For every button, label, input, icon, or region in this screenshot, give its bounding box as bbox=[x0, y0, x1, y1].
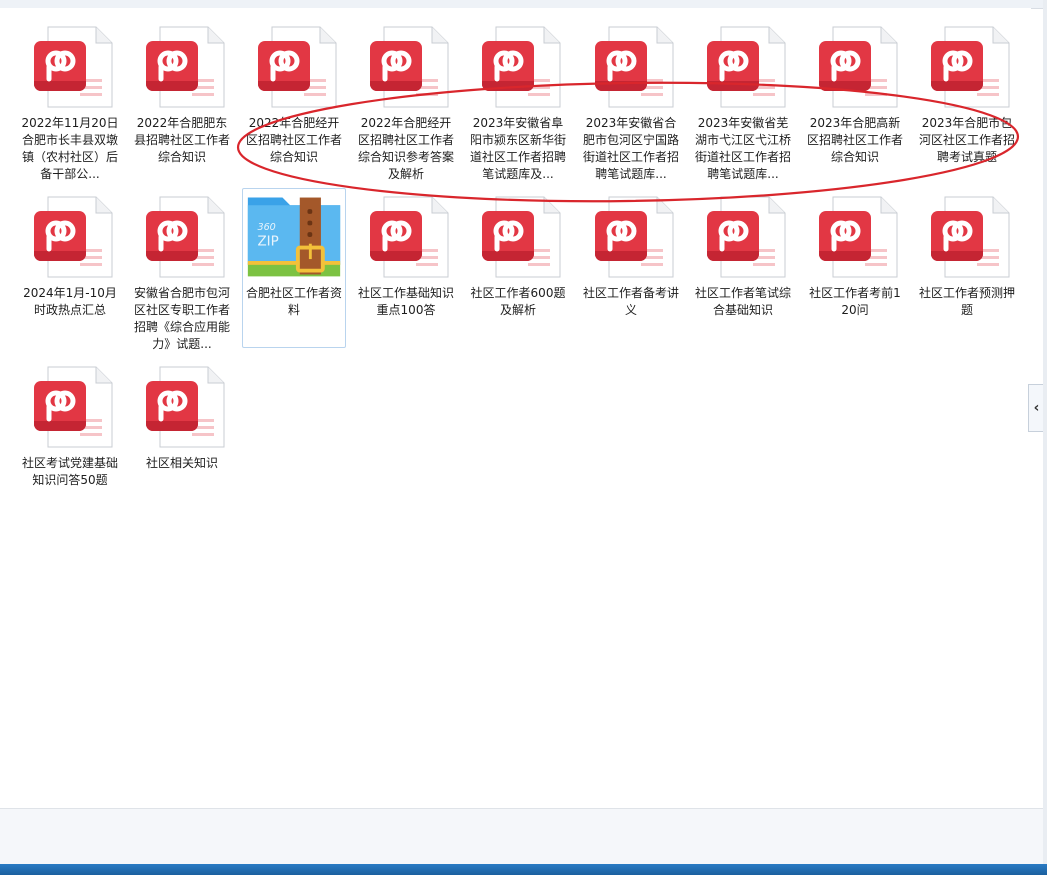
taskbar bbox=[0, 864, 1047, 875]
file-name-label: 2023年合肥高新区招聘社区工作者综合知识 bbox=[806, 116, 903, 164]
pdf-icon bbox=[138, 23, 226, 111]
file-name-label: 2023年安徽省阜阳市颍东区新华街道社区工作者招聘笔试题库及... bbox=[469, 116, 566, 181]
pdf-icon bbox=[26, 363, 114, 451]
file-item[interactable]: 2022年11月20日合肥市长丰县双墩镇（农村社区）后备干部公... bbox=[18, 18, 122, 181]
file-item[interactable]: 社区相关知识 bbox=[130, 358, 234, 518]
file-item[interactable]: 2023年合肥市包河区社区工作者招聘考试真题 bbox=[915, 18, 1019, 178]
pdf-icon bbox=[362, 193, 450, 281]
file-name-label: 2022年合肥经开区招聘社区工作者综合知识参考答案及解析 bbox=[357, 116, 454, 181]
file-item[interactable]: 2023年安徽省阜阳市颍东区新华街道社区工作者招聘笔试题库及... bbox=[466, 18, 570, 181]
file-item[interactable]: 2022年合肥经开区招聘社区工作者综合知识 bbox=[242, 18, 346, 178]
file-name-label: 2023年合肥市包河区社区工作者招聘考试真题 bbox=[918, 116, 1015, 164]
pdf-icon bbox=[923, 23, 1011, 111]
file-item[interactable]: 社区工作者考前120问 bbox=[803, 188, 907, 348]
file-item[interactable]: 社区工作者预测押题 bbox=[915, 188, 1019, 348]
file-name-label: 社区考试党建基础知识问答50题 bbox=[21, 456, 118, 487]
svg-text:360: 360 bbox=[257, 222, 275, 233]
pdf-icon bbox=[587, 23, 675, 111]
pdf-icon bbox=[474, 193, 562, 281]
file-name-label: 2022年11月20日合肥市长丰县双墩镇（农村社区）后备干部公... bbox=[21, 116, 119, 181]
file-item[interactable]: 社区工作基础知识重点100答 bbox=[354, 188, 458, 348]
file-name-label: 2024年1月-10月时政热点汇总 bbox=[23, 286, 117, 317]
pdf-icon bbox=[26, 193, 114, 281]
pdf-icon bbox=[699, 193, 787, 281]
pdf-icon bbox=[699, 23, 787, 111]
bottom-status-panel bbox=[0, 808, 1043, 865]
file-name-label: 社区工作者笔试综合基础知识 bbox=[694, 286, 791, 317]
pdf-icon bbox=[26, 23, 114, 111]
svg-text:ZIP: ZIP bbox=[257, 235, 278, 250]
file-name-label: 安徽省合肥市包河区社区专职工作者招聘《综合应用能力》试题... bbox=[133, 286, 230, 351]
file-item[interactable]: 社区考试党建基础知识问答50题 bbox=[18, 358, 122, 518]
file-grid: 2022年11月20日合肥市长丰县双墩镇（农村社区）后备干部公... 2022年… bbox=[0, 8, 1031, 808]
file-item[interactable]: 2023年安徽省合肥市包河区宁国路街道社区工作者招聘笔试题库... bbox=[579, 18, 683, 181]
zip-archive-icon: 360 ZIP bbox=[244, 191, 344, 279]
file-name-label: 2023年安徽省合肥市包河区宁国路街道社区工作者招聘笔试题库... bbox=[582, 116, 679, 181]
file-name-label: 2022年合肥肥东县招聘社区工作者综合知识 bbox=[133, 116, 230, 164]
file-name-label: 社区工作者考前120问 bbox=[809, 286, 901, 317]
collapse-panel-button[interactable]: ‹ bbox=[1028, 384, 1044, 432]
pdf-icon bbox=[923, 193, 1011, 281]
pdf-icon bbox=[474, 23, 562, 111]
pdf-icon bbox=[362, 23, 450, 111]
file-name-label: 社区工作者备考讲义 bbox=[582, 286, 679, 317]
pdf-icon bbox=[138, 193, 226, 281]
file-item[interactable]: 2023年安徽省芜湖市弋江区弋江桥街道社区工作者招聘笔试题库... bbox=[691, 18, 795, 181]
file-name-label: 社区工作基础知识重点100答 bbox=[357, 286, 454, 317]
file-item[interactable]: 360 ZIP 合肥社区工作者资料 bbox=[242, 188, 346, 348]
pdf-icon bbox=[250, 23, 338, 111]
file-item[interactable]: 社区工作者600题及解析 bbox=[466, 188, 570, 348]
file-item[interactable]: 2024年1月-10月时政热点汇总 bbox=[18, 188, 122, 348]
file-name-label: 2022年合肥经开区招聘社区工作者综合知识 bbox=[245, 116, 342, 164]
file-item[interactable]: 社区工作者备考讲义 bbox=[579, 188, 683, 348]
file-name-label: 合肥社区工作者资料 bbox=[245, 286, 342, 317]
file-item[interactable]: 2022年合肥肥东县招聘社区工作者综合知识 bbox=[130, 18, 234, 178]
file-name-label: 社区工作者600题及解析 bbox=[470, 286, 566, 317]
right-edge-border bbox=[1043, 0, 1047, 875]
file-item[interactable]: 安徽省合肥市包河区社区专职工作者招聘《综合应用能力》试题... bbox=[130, 188, 234, 351]
file-item[interactable]: 社区工作者笔试综合基础知识 bbox=[691, 188, 795, 348]
pdf-icon bbox=[587, 193, 675, 281]
pdf-icon bbox=[811, 193, 899, 281]
file-name-label: 2023年安徽省芜湖市弋江区弋江桥街道社区工作者招聘笔试题库... bbox=[694, 116, 791, 181]
chevron-left-icon: ‹ bbox=[1033, 400, 1040, 416]
file-item[interactable]: 2023年合肥高新区招聘社区工作者综合知识 bbox=[803, 18, 907, 178]
pdf-icon bbox=[138, 363, 226, 451]
pdf-icon bbox=[811, 23, 899, 111]
file-name-label: 社区相关知识 bbox=[145, 456, 218, 470]
file-name-label: 社区工作者预测押题 bbox=[918, 286, 1015, 317]
file-item[interactable]: 2022年合肥经开区招聘社区工作者综合知识参考答案及解析 bbox=[354, 18, 458, 181]
